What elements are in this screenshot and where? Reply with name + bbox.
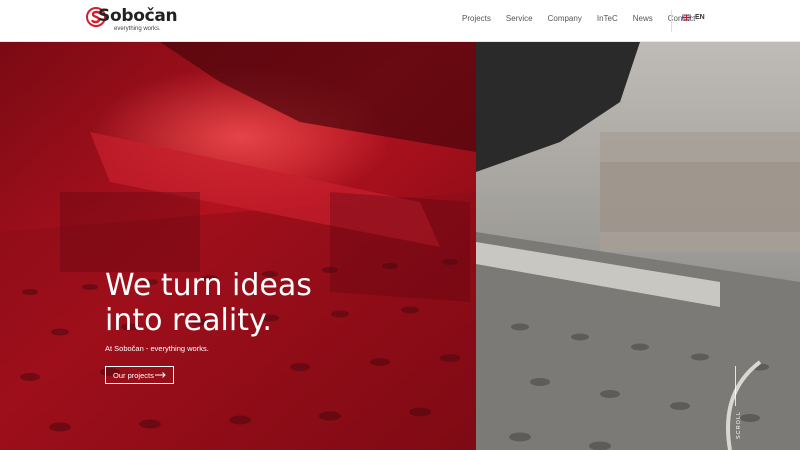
hero-title-line-2: into reality.: [105, 303, 272, 338]
brand-tagline: everything works.: [114, 26, 161, 32]
language-label: EN: [695, 14, 705, 21]
nav-divider: [671, 10, 672, 32]
nav-item-intec[interactable]: InTeC: [597, 14, 618, 23]
hero-background-image: [0, 42, 800, 450]
main-nav: Projects Service Company InTeC News Cont…: [462, 14, 710, 23]
nav-item-company[interactable]: Company: [548, 14, 582, 23]
nav-item-service[interactable]: Service: [506, 14, 533, 23]
scroll-label: SCROLL: [736, 410, 743, 440]
scroll-line: [735, 366, 736, 406]
arrow-right-icon: [155, 372, 166, 378]
scroll-indicator[interactable]: SCROLL: [731, 366, 745, 450]
language-switcher[interactable]: EN: [682, 14, 705, 21]
nav-item-projects[interactable]: Projects: [462, 14, 491, 23]
hero-title-line-1: We turn ideas: [105, 268, 312, 303]
our-projects-button[interactable]: Our projects: [105, 366, 174, 384]
brand-logo[interactable]: Sobočan everything works.: [86, 5, 178, 35]
hero-subtitle: At Sobočan - everything works.: [105, 344, 209, 353]
hero-title: We turn ideas into reality.: [105, 268, 312, 338]
hero-section: We turn ideas into reality. At Sobočan -…: [0, 42, 800, 450]
brand-name: Sobočan: [98, 6, 178, 26]
site-header: Sobočan everything works. Projects Servi…: [0, 0, 800, 42]
our-projects-label: Our projects: [113, 370, 154, 380]
nav-item-news[interactable]: News: [633, 14, 653, 23]
uk-flag-icon: [682, 14, 691, 21]
